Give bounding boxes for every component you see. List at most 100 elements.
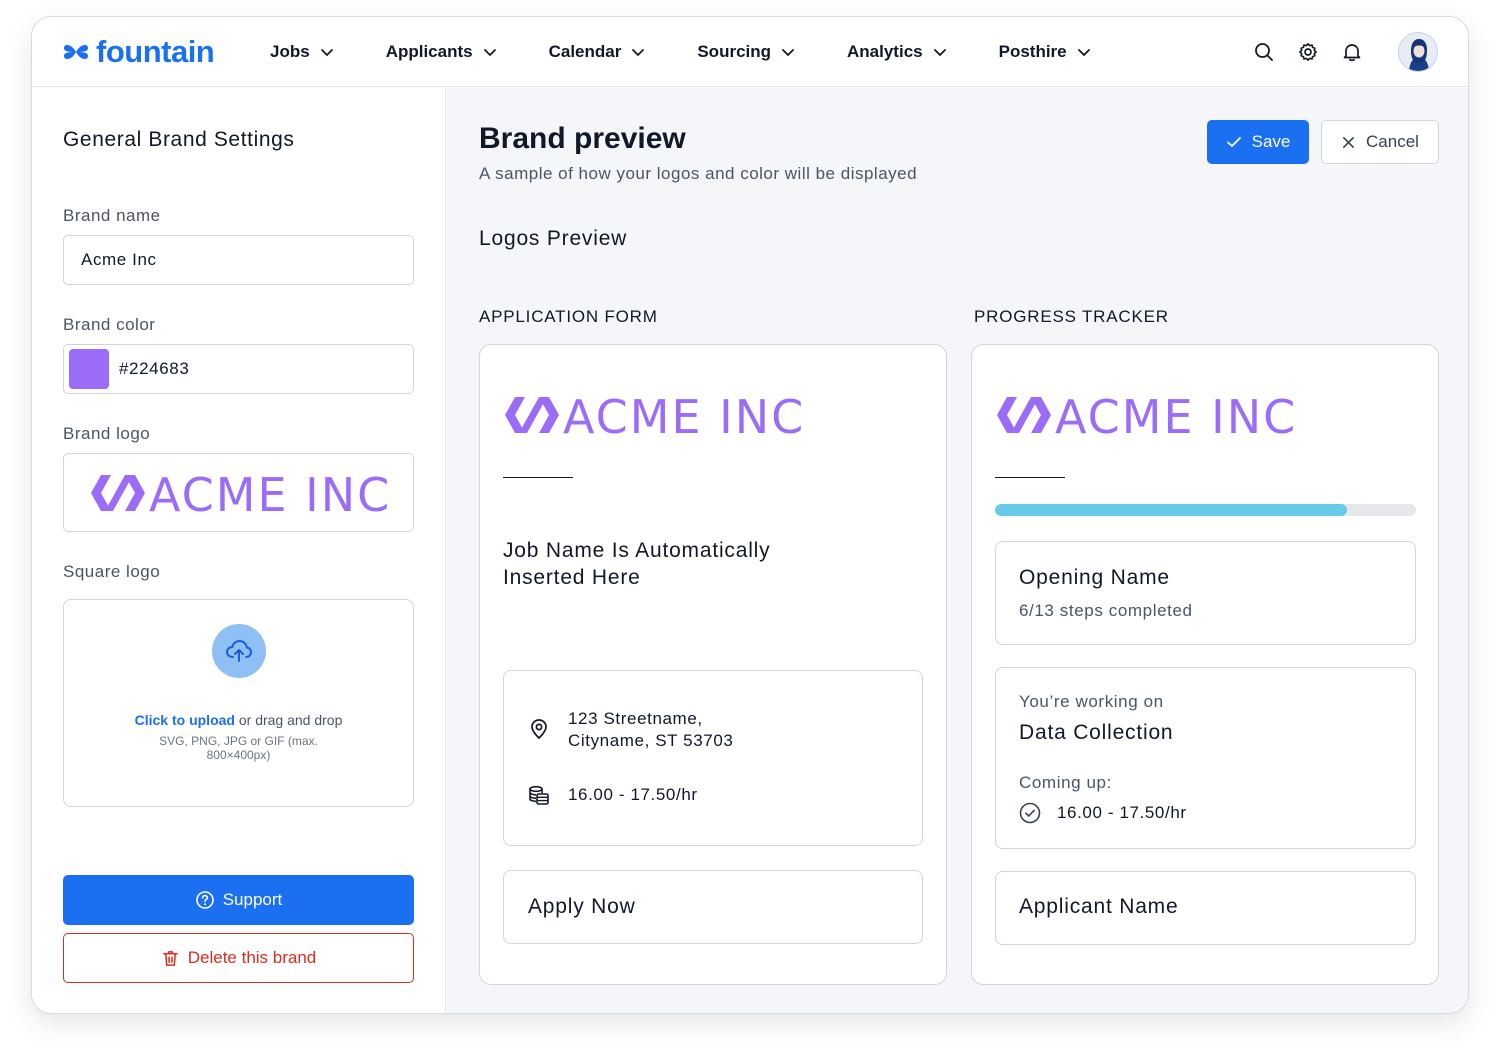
address-row: 123 Streetname, Cityname, ST 53703 — [528, 708, 733, 752]
fountain-mark-icon — [64, 44, 88, 60]
brand-name-label: Brand name — [63, 206, 161, 225]
cancel-button[interactable]: Cancel — [1321, 120, 1439, 164]
help-circle-icon — [195, 891, 214, 909]
nav-label: Posthire — [998, 42, 1067, 61]
divider — [995, 477, 1065, 478]
cancel-label: Cancel — [1366, 132, 1419, 151]
settings-title: General Brand Settings — [63, 128, 295, 151]
acme-logo-text: ACME INC — [563, 393, 803, 437]
nav-calendar[interactable]: Calendar — [549, 42, 646, 62]
chevron-down-icon — [320, 49, 333, 57]
nav-label: Applicants — [385, 42, 473, 61]
upload-icon-circle[interactable] — [212, 624, 266, 678]
acme-logo-text: ACME INC — [149, 471, 389, 515]
chevron-down-icon — [933, 49, 946, 57]
upload-rest-text: or drag and drop — [234, 712, 343, 728]
color-swatch[interactable] — [69, 349, 109, 389]
main-nav: Jobs Applicants Calendar Sourcing Analyt… — [270, 17, 1143, 87]
nav-label: Jobs — [270, 42, 310, 61]
save-label: Save — [1251, 132, 1291, 151]
trash-icon — [162, 950, 178, 966]
cloud-upload-icon — [225, 639, 253, 662]
support-label: Support — [222, 890, 283, 909]
delete-label: Delete this brand — [187, 948, 317, 967]
upload-hint: SVG, PNG, JPG or GIF (max. 800×400px) — [159, 734, 318, 762]
upload-instructions: Click to upload or drag and drop — [64, 712, 413, 728]
square-logo-label: Square logo — [63, 562, 161, 581]
working-on-step: Data Collection — [1019, 721, 1174, 744]
close-icon — [1343, 136, 1355, 148]
nav-jobs[interactable]: Jobs — [270, 42, 334, 62]
brand-color-label: Brand color — [63, 315, 156, 334]
avatar[interactable] — [1398, 32, 1438, 72]
check-circle-icon — [1019, 802, 1041, 824]
brand-color-value: #224683 — [119, 359, 190, 378]
address-line-1: 123 Streetname, — [568, 709, 703, 728]
opening-name: Opening Name — [1019, 566, 1170, 589]
applicant-name-box: Applicant Name — [995, 871, 1416, 945]
support-button[interactable]: Support — [63, 875, 414, 925]
user-avatar-icon — [1409, 39, 1429, 71]
progress-tracker-card: ACME INC Opening Name 6/13 steps complet… — [971, 344, 1439, 985]
application-form-label: APPLICATION FORM — [479, 307, 658, 326]
location-pin-icon — [531, 719, 547, 740]
acme-logo-image: ACME INC — [505, 390, 803, 444]
nav-analytics[interactable]: Analytics — [847, 42, 947, 62]
brand-preview-panel: Brand preview A sample of how your logos… — [447, 88, 1468, 1013]
divider — [503, 477, 573, 478]
brand-logo-label: Brand logo — [63, 424, 151, 443]
job-name: Job Name Is Automatically Inserted Here — [503, 539, 771, 589]
brand-name-input[interactable]: Acme Inc — [63, 235, 414, 285]
check-icon — [1226, 137, 1241, 147]
pay-range: 16.00 - 17.50/hr — [568, 785, 698, 804]
pay-row: 16.00 - 17.50/hr — [528, 784, 698, 806]
bell-icon[interactable] — [1342, 42, 1362, 62]
save-button[interactable]: Save — [1207, 120, 1309, 164]
page-subtitle: A sample of how your logos and color wil… — [479, 164, 918, 183]
coming-up-value: 16.00 - 17.50/hr — [1057, 803, 1187, 822]
top-navigation-bar: fountain Jobs Applicants Calendar Sourci… — [32, 17, 1468, 87]
coins-icon — [529, 785, 549, 805]
apply-now-button[interactable]: Apply Now — [503, 870, 923, 944]
nav-label: Analytics — [847, 42, 923, 61]
acme-logo: ACME INC — [503, 390, 803, 444]
gear-icon[interactable] — [1298, 42, 1318, 62]
address-line-2: Cityname, ST 53703 — [568, 731, 734, 750]
chevron-down-icon — [483, 49, 496, 57]
top-actions — [1254, 17, 1438, 87]
acme-logo: ACME INC — [995, 390, 1295, 444]
logos-preview-heading: Logos Preview — [479, 227, 628, 250]
applicant-name: Applicant Name — [1019, 895, 1179, 918]
delete-brand-button[interactable]: Delete this brand — [63, 933, 414, 983]
acme-logo-image: ACME INC — [90, 471, 389, 515]
brand-color-input[interactable]: #224683 — [63, 344, 414, 394]
page-title: Brand preview — [479, 122, 686, 155]
acme-logo-image: ACME INC — [997, 390, 1295, 444]
search-icon[interactable] — [1254, 42, 1274, 62]
nav-posthire[interactable]: Posthire — [999, 42, 1091, 62]
brand-logo-preview[interactable]: ACME INC — [63, 453, 414, 532]
progress-bar — [995, 504, 1416, 516]
click-to-upload-link[interactable]: Click to upload — [135, 712, 235, 728]
coming-up-label: Coming up: — [1019, 773, 1112, 792]
nav-label: Calendar — [548, 42, 622, 61]
brand-wordmark: fountain — [96, 34, 215, 69]
progress-bar-fill — [995, 504, 1347, 516]
address: 123 Streetname, Cityname, ST 53703 — [568, 708, 733, 752]
working-on-label: You’re working on — [1019, 692, 1164, 711]
progress-tracker-label: PROGRESS TRACKER — [974, 307, 1169, 326]
fountain-logo[interactable]: fountain — [62, 34, 215, 70]
current-step-box: You’re working on Data Collection Coming… — [995, 667, 1416, 849]
chevron-down-icon — [632, 49, 645, 57]
chevron-down-icon — [1077, 49, 1090, 57]
app-window: fountain Jobs Applicants Calendar Sourci… — [31, 16, 1469, 1014]
steps-completed: 6/13 steps completed — [1019, 601, 1193, 620]
square-logo-upload-area[interactable]: Click to upload or drag and drop SVG, PN… — [63, 599, 414, 807]
coming-up-row: 16.00 - 17.50/hr — [1019, 802, 1187, 824]
nav-sourcing[interactable]: Sourcing — [697, 42, 795, 62]
nav-applicants[interactable]: Applicants — [386, 42, 497, 62]
job-info-box: 123 Streetname, Cityname, ST 53703 16.00… — [503, 670, 923, 846]
nav-label: Sourcing — [697, 42, 772, 61]
apply-label: Apply Now — [528, 895, 636, 918]
brand-name-value: Acme Inc — [81, 250, 157, 269]
